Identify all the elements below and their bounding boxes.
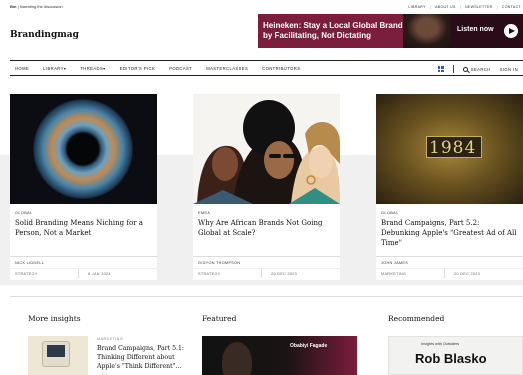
divider: | [429,5,432,9]
top-link-contact[interactable]: CONTACT [502,5,521,9]
article-title[interactable]: Brand Campaigns, Part 5.2: Debunking App… [381,218,519,248]
search-icon [462,66,468,72]
divider [193,256,340,257]
featured-person-photo [222,342,252,375]
ad-speaker-photo [403,14,451,48]
featured-heading: Featured [202,314,237,323]
nav-item-threads[interactable]: THREADS▾ [80,66,105,71]
article-title[interactable]: Solid Branding Means Niching for a Perso… [15,218,153,238]
play-icon[interactable] [504,24,518,38]
divider [78,269,79,278]
divider [376,268,523,269]
insight-image-computer[interactable] [28,336,88,375]
nav-item-home[interactable]: HOME [15,66,29,71]
top-link-library[interactable]: LIBRARY [408,5,425,9]
article-date: 20 DEC 2023 [454,272,481,276]
divider [10,256,157,257]
women-illustration [193,100,340,204]
podcast-ad-banner[interactable]: Heineken: Stay a Local Global Brand by F… [258,14,523,48]
more-insights-heading: More insights [28,314,81,323]
divider: | [459,5,461,9]
nav-item-threads-label: THREADS [80,66,104,71]
tagline-text: | Narrating the discussion [17,4,63,9]
top-utility-bar: Bm | Narrating the discussion LIBRARY | … [0,0,523,14]
iris-graphic [33,99,133,199]
article-card[interactable]: GLOBAL Solid Branding Means Niching for … [10,94,157,280]
divider [452,65,454,73]
article-card[interactable]: 1984 GLOBAL Brand Campaigns, Part 5.2: D… [376,94,523,280]
divider [444,269,445,278]
top-links: LIBRARY | ABOUT US | NEWSLETTER | CONTAC… [408,5,521,9]
nav-item-library[interactable]: LIBRARY▾ [43,66,66,71]
nav-actions: SEARCH SIGN IN [437,65,518,73]
main-nav: HOME LIBRARY▾ THREADS▾ EDITOR'S PICK POD… [10,60,523,76]
article-author[interactable]: NICK LIDDELL [15,261,44,265]
article-category[interactable]: STRATEGY [15,272,38,276]
article-image-illustration[interactable] [193,94,340,204]
nav-item-masterclasses[interactable]: MASTERCLASSES [206,66,248,71]
article-image-eye[interactable] [10,94,157,204]
nav-item-contributors[interactable]: CONTRIBUTORS [262,66,300,71]
brand-short-logo[interactable]: Bm [10,4,16,9]
insight-category[interactable]: MARKETING [97,337,123,341]
insight-title[interactable]: Brand Campaigns, Part 5.1: Thinking Diff… [97,344,187,371]
site-logo[interactable]: Brandingmag [10,30,79,40]
1984-plate: 1984 [426,136,482,158]
article-region: EMEA [198,211,211,215]
article-region: GLOBAL [381,211,399,215]
featured-name: Obabiyi Fagade [290,343,328,349]
article-date: 8 JAN 2024 [88,272,111,276]
nav-items: HOME LIBRARY▾ THREADS▾ EDITOR'S PICK POD… [15,66,300,71]
nav-item-podcast[interactable]: PODCAST [169,66,192,71]
top-link-about[interactable]: ABOUT US [435,5,456,9]
chevron-down-icon: ▾ [63,66,67,71]
article-date: 29 DEC 2023 [271,272,298,276]
recommended-image[interactable]: Insights with Outsiders Rob Blasko [388,336,523,375]
article-category[interactable]: MARKETING [381,272,406,276]
sign-in-link[interactable]: SIGN IN [500,67,518,72]
article-card[interactable]: EMEA Why Are African Brands Not Going Gl… [193,94,340,280]
article-image-1984[interactable]: 1984 [376,94,523,204]
computer-screen [47,345,65,357]
article-region: GLOBAL [15,211,33,215]
divider [193,268,340,269]
nav-item-editors-pick[interactable]: EDITOR'S PICK [120,66,155,71]
divider [10,268,157,269]
top-link-newsletter[interactable]: NEWSLETTER [465,5,493,9]
recommended-heading: Recommended [388,314,445,323]
article-author[interactable]: JOHN JAMES [381,261,408,265]
divider: | [496,5,498,9]
ad-headline: Heineken: Stay a Local Global Brand by F… [263,21,403,40]
search-button[interactable]: SEARCH [462,66,491,72]
article-title[interactable]: Why Are African Brands Not Going Global … [198,218,336,238]
site-tagline: Bm | Narrating the discussion [10,4,63,9]
article-category[interactable]: STRATEGY [198,272,221,276]
article-author[interactable]: GIDYON THOMPSON [198,261,240,265]
nav-item-library-label: LIBRARY [43,66,64,71]
search-label: SEARCH [470,66,491,72]
recommended-subtitle: Insights with Outsiders [421,342,460,346]
1984-text: 1984 [429,138,477,158]
recommended-title: Rob Blasko [415,351,487,366]
divider [261,269,262,278]
divider [376,256,523,257]
grid-view-icon[interactable] [437,66,444,72]
featured-image[interactable]: Obabiyi Fagade [202,336,357,375]
chevron-down-icon: ▾ [103,66,106,71]
ad-cta-label: Listen now [457,26,494,33]
